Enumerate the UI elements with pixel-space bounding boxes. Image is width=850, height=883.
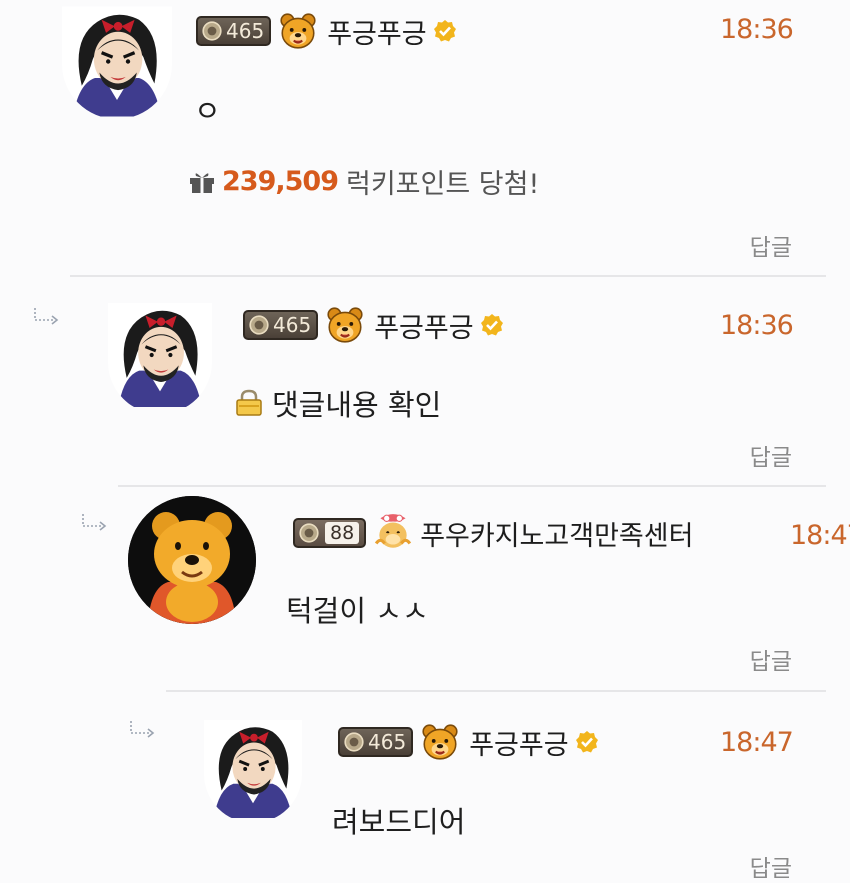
comment-meta: 465 푸긍푸긍: [196, 10, 457, 52]
divider: [118, 485, 826, 487]
level-emblem-icon: [343, 731, 365, 753]
comment-2: 465 푸긍푸긍 18:36 댓글내용 확인 답글: [0, 280, 850, 485]
comment-1: 465 푸긍푸긍 18:36 ㅇ 239,509 럭키포인트 당첨! 답글: [0, 0, 850, 275]
lock-icon: [236, 389, 262, 416]
verified-icon: [480, 313, 504, 337]
reply-button[interactable]: 답글: [750, 849, 792, 883]
divider: [166, 690, 826, 692]
level-number: 465: [226, 19, 265, 43]
locked-comment-label: 댓글내용 확인: [272, 388, 442, 422]
level-badge: 465: [196, 16, 272, 46]
comment-text: 턱걸이 ㅅㅅ: [286, 594, 429, 628]
reply-arrow-icon: [80, 512, 110, 532]
locked-comment[interactable]: 댓글내용 확인: [234, 382, 441, 424]
comment-text: 려보드디어: [332, 805, 466, 839]
reply-button[interactable]: 답글: [750, 228, 792, 262]
reply-arrow-icon: [32, 306, 62, 326]
nickname[interactable]: 푸긍푸긍: [327, 12, 426, 51]
avatar-snow-white-icon: [108, 296, 212, 414]
level-emblem-icon: [298, 522, 320, 544]
avatar[interactable]: [108, 296, 212, 414]
level-number: 465: [368, 730, 407, 754]
pooh-icon: [419, 721, 461, 763]
level-number: 88: [325, 522, 360, 544]
pooh-icon: [324, 304, 366, 346]
comment-meta: 88 푸우카지노고객만족센터: [293, 512, 693, 554]
level-badge: 465: [243, 310, 319, 340]
lucky-points-value: 239,509: [222, 166, 339, 197]
comment-time: 18:36: [720, 310, 794, 341]
avatar[interactable]: [62, 4, 172, 119]
comment-3: 88 푸우카지노고객만족센터 18:47 턱걸이 ㅅㅅ 답글: [0, 490, 850, 690]
reply-button[interactable]: 답글: [750, 642, 792, 676]
comment-time: 18:47: [720, 727, 794, 758]
verified-icon: [433, 19, 457, 43]
level-number: 465: [273, 313, 312, 337]
nickname[interactable]: 푸우카지노고객만족센터: [420, 514, 693, 553]
level-emblem-icon: [248, 314, 270, 336]
comment-meta: 465 푸긍푸긍: [338, 721, 599, 763]
avatar[interactable]: [128, 496, 256, 624]
level-emblem-icon: [201, 20, 223, 42]
comment-text: ㅇ: [194, 94, 221, 128]
comment-4: 465 푸긍푸긍 18:47 려보드디어 답글: [0, 695, 850, 883]
avatar-snow-white-icon: [62, 4, 172, 119]
avatar-pooh-icon: [128, 496, 256, 624]
comment-meta: 465 푸긍푸긍: [243, 304, 504, 346]
avatar-snow-white-icon: [204, 715, 302, 823]
nickname[interactable]: 푸긍푸긍: [374, 306, 473, 345]
avatar[interactable]: [204, 715, 302, 823]
gift-icon: [190, 172, 214, 193]
pooh-icon: [375, 514, 412, 548]
reply-arrow-icon: [128, 719, 158, 739]
comment-time: 18:36: [720, 14, 794, 45]
verified-icon: [575, 730, 599, 754]
lucky-points-line: 239,509 럭키포인트 당첨!: [188, 162, 539, 201]
level-badge: 465: [338, 727, 414, 757]
level-badge: 88: [293, 518, 367, 548]
nickname[interactable]: 푸긍푸긍: [469, 723, 568, 762]
pooh-icon: [277, 10, 319, 52]
lucky-points-label: 럭키포인트 당첨!: [345, 169, 540, 200]
reply-button[interactable]: 답글: [750, 438, 792, 472]
comment-time: 18:47: [790, 520, 850, 551]
divider: [70, 275, 826, 277]
